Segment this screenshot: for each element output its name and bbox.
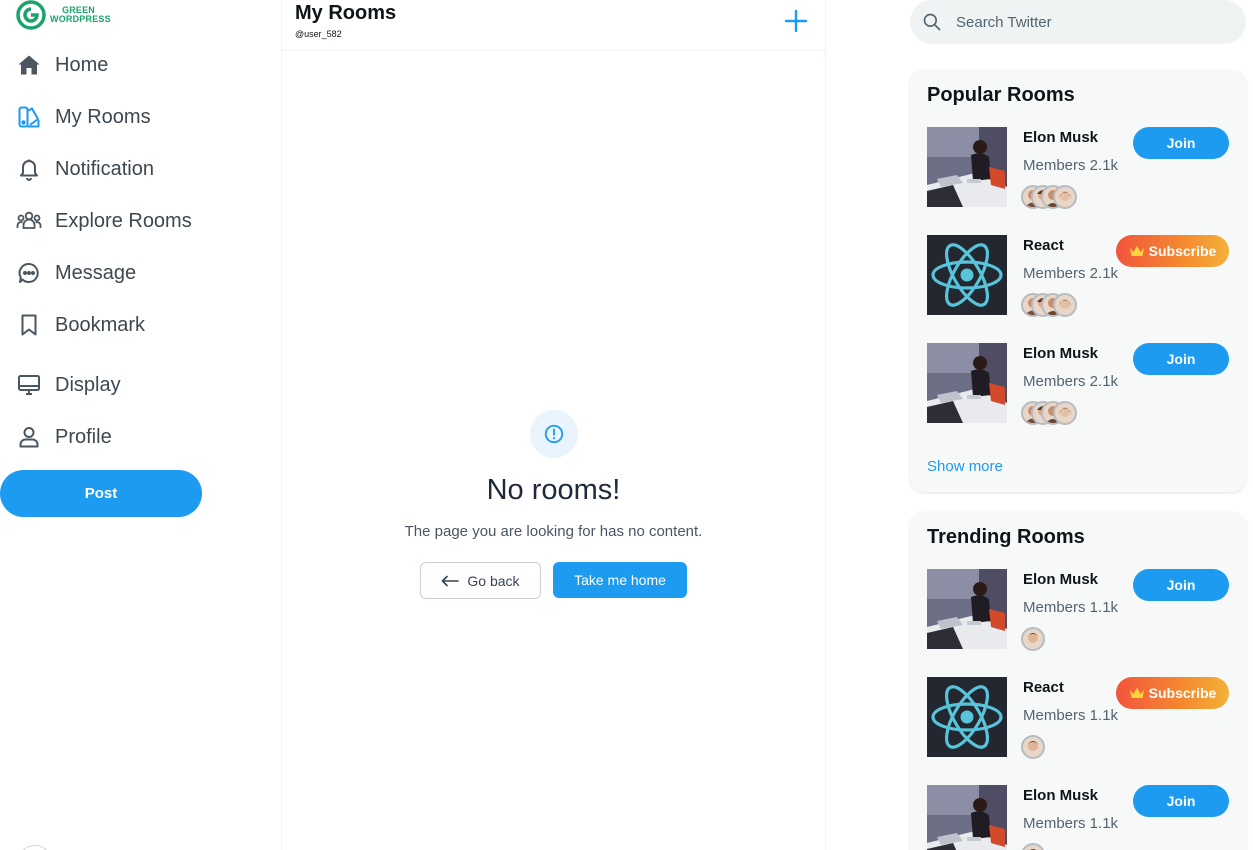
search-box[interactable] (910, 0, 1246, 44)
room-members: Members 2.1k (1023, 265, 1119, 282)
go-back-label: Go back (467, 572, 520, 589)
post-button[interactable]: Post (0, 470, 202, 517)
room-name: Elon Musk (1023, 345, 1099, 362)
chat-bubble-icon (16, 260, 42, 286)
create-room-button[interactable] (782, 7, 810, 35)
member-avatar (1021, 735, 1045, 759)
react-logo-icon (927, 677, 1007, 757)
crown-icon (1129, 688, 1144, 698)
search-icon (923, 13, 941, 31)
page-title: My Rooms (295, 2, 397, 24)
member-avatar (1021, 843, 1045, 850)
popular-rooms-title: Popular Rooms (927, 84, 1075, 106)
subscribe-label: Subscribe (1148, 685, 1217, 701)
member-avatar (1021, 627, 1045, 651)
room-thumbnail-photo (927, 569, 1007, 649)
brand-line-2: WORDPRESS (50, 14, 111, 24)
nav-item-bookmark[interactable]: Bookmark (16, 305, 145, 345)
monitor-icon (16, 372, 42, 398)
nav-item-my-rooms[interactable]: My Rooms (16, 97, 151, 137)
member-avatar (1053, 185, 1077, 209)
room-name: React (1023, 237, 1064, 254)
nav-label-profile: Profile (55, 425, 112, 448)
empty-state-title: No rooms! (486, 474, 621, 506)
crown-icon (1129, 246, 1144, 256)
room-thumbnail-photo (927, 343, 1007, 423)
nav-label-bookmark: Bookmark (55, 313, 146, 336)
user-icon (16, 424, 42, 450)
popular-rooms-panel: Popular Rooms Elon Musk Members 2.1k Joi… (910, 70, 1246, 492)
empty-state-actions: Go back Take me home (282, 562, 825, 599)
room-members: Members 2.1k (1023, 157, 1119, 174)
react-logo-icon (927, 235, 1007, 315)
nav-label-explore-rooms: Explore Rooms (55, 209, 192, 232)
nav-label-display: Display (55, 373, 121, 396)
brand-wordmark: GREEN WORDPRESS (50, 6, 111, 24)
room-name: Elon Musk (1023, 571, 1099, 588)
subscribe-label: Subscribe (1148, 243, 1217, 259)
take-me-home-button[interactable]: Take me home (553, 562, 687, 598)
room-thumbnail-photo (927, 127, 1007, 207)
room-card[interactable]: React Members 2.1k Subscribe (927, 235, 1231, 317)
empty-state-badge (529, 410, 578, 458)
room-card[interactable]: Elon Musk Members 1.1k Join (927, 785, 1231, 850)
room-card[interactable]: Elon Musk Members 1.1k Join (927, 569, 1231, 651)
go-back-button[interactable]: Go back (420, 562, 541, 599)
nav-item-explore-rooms[interactable]: Explore Rooms (16, 201, 192, 241)
trending-rooms-panel: Trending Rooms Elon Musk Members 1.1k Jo… (910, 512, 1246, 850)
room-card[interactable]: Elon Musk Members 2.1k Join (927, 127, 1231, 209)
nav-item-message[interactable]: Message (16, 253, 136, 293)
app-root: GREEN WORDPRESS Home My Rooms Notificati… (0, 0, 1253, 850)
room-members: Members 1.1k (1023, 599, 1119, 616)
room-name: Elon Musk (1023, 129, 1099, 146)
room-card[interactable]: Elon Musk Members 2.1k Join (927, 343, 1231, 425)
empty-state: No rooms! The page you are looking for h… (282, 410, 825, 599)
nav-label-message: Message (55, 261, 137, 284)
room-name: Elon Musk (1023, 787, 1099, 804)
brand-logo[interactable]: GREEN WORDPRESS (16, 0, 111, 30)
subscribe-button[interactable]: Subscribe (1116, 235, 1229, 267)
join-button[interactable]: Join (1133, 127, 1229, 159)
bookmark-icon (16, 312, 42, 338)
nav-label-home: Home (55, 53, 109, 76)
account-avatar[interactable] (18, 845, 52, 850)
green-wordpress-logo-icon (16, 0, 46, 30)
trending-rooms-title: Trending Rooms (927, 526, 1085, 548)
plus-icon (784, 9, 808, 33)
nav-item-display[interactable]: Display (16, 365, 121, 405)
member-avatar (1053, 293, 1077, 317)
home-icon (16, 52, 42, 78)
room-members: Members 1.1k (1023, 707, 1119, 724)
nav-label-my-rooms: My Rooms (55, 105, 151, 128)
room-thumbnail-photo (927, 785, 1007, 850)
subscribe-button[interactable]: Subscribe (1116, 677, 1229, 709)
bell-icon (16, 156, 42, 182)
room-card[interactable]: React Members 1.1k Subscribe (927, 677, 1231, 759)
search-input[interactable] (956, 13, 1226, 31)
member-avatar (1053, 401, 1077, 425)
room-members: Members 2.1k (1023, 373, 1119, 390)
nav-item-notification[interactable]: Notification (16, 149, 154, 189)
nav-label-notification: Notification (55, 157, 154, 180)
show-more-link[interactable]: Show more (927, 458, 1003, 475)
nav-item-profile[interactable]: Profile (16, 417, 112, 457)
page-header: My Rooms @user_582 (282, 0, 825, 51)
join-button[interactable]: Join (1133, 343, 1229, 375)
user-handle: @user_582 (295, 29, 342, 39)
rooms-icon (16, 104, 42, 130)
room-name: React (1023, 679, 1064, 696)
alert-circle-icon (544, 424, 563, 444)
arrow-left-icon (442, 575, 460, 586)
empty-state-message: The page you are looking for has no cont… (404, 523, 703, 540)
join-button[interactable]: Join (1133, 569, 1229, 601)
room-members: Members 1.1k (1023, 815, 1119, 832)
left-sidebar: GREEN WORDPRESS Home My Rooms Notificati… (0, 0, 282, 850)
main-column: My Rooms @user_582 No rooms! The page yo… (281, 0, 826, 850)
join-button[interactable]: Join (1133, 785, 1229, 817)
group-icon (16, 208, 42, 234)
nav-item-home[interactable]: Home (16, 45, 108, 85)
